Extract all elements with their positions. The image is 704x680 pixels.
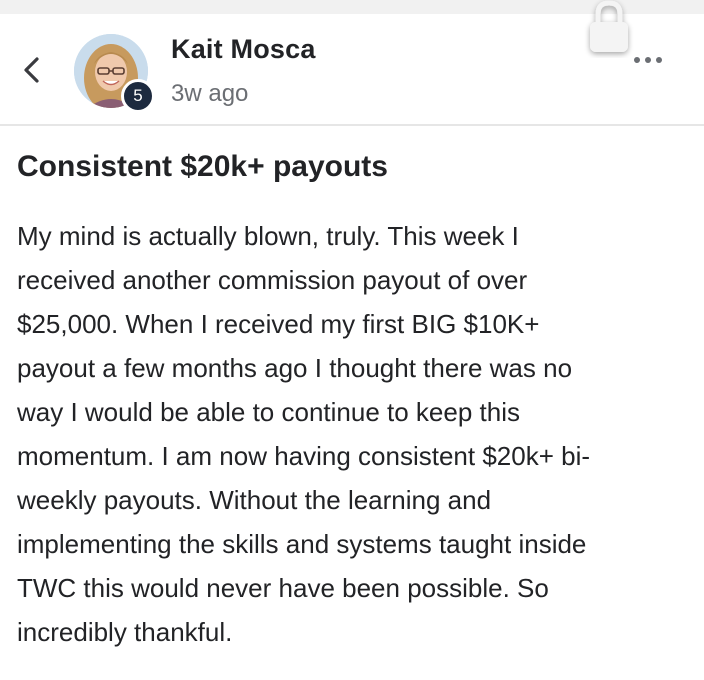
post-body-line: payout a few months ago I thought there … [17,353,573,383]
post-body-line: implementing the skills and systems taug… [17,529,587,559]
level-badge: 5 [121,79,155,113]
chevron-left-icon [24,57,39,83]
post-body-line: My mind is actually blown, truly. This w… [17,221,519,251]
back-button[interactable] [12,42,52,98]
post-screen: 5 Kait Mosca 3w ago Consistent $20k+ pay… [0,0,704,680]
more-horizontal-icon [634,57,662,63]
post-body-line: incredibly thankful. [17,617,233,647]
header-divider [0,124,704,126]
post-body-line: weekly payouts. Without the learning and [17,485,492,515]
post-title: Consistent $20k+ payouts [17,150,388,183]
author-avatar-group[interactable]: 5 [74,34,155,113]
post-body-line: momentum. I am now having consistent $20… [17,441,591,471]
post-body-line: way I would be able to continue to keep … [17,397,520,427]
more-options-button[interactable] [628,48,668,72]
post-body-line: TWC this would never have been possible.… [17,573,549,603]
author-name[interactable]: Kait Mosca [171,34,316,65]
post-timestamp: 3w ago [171,80,249,107]
post-body-line: received another commission payout of ov… [17,265,528,295]
post-body-line: $25,000. When I received my first BIG $1… [17,309,540,339]
lock-icon [584,0,634,58]
post-body: My mind is actually blown, truly. This w… [17,214,689,654]
